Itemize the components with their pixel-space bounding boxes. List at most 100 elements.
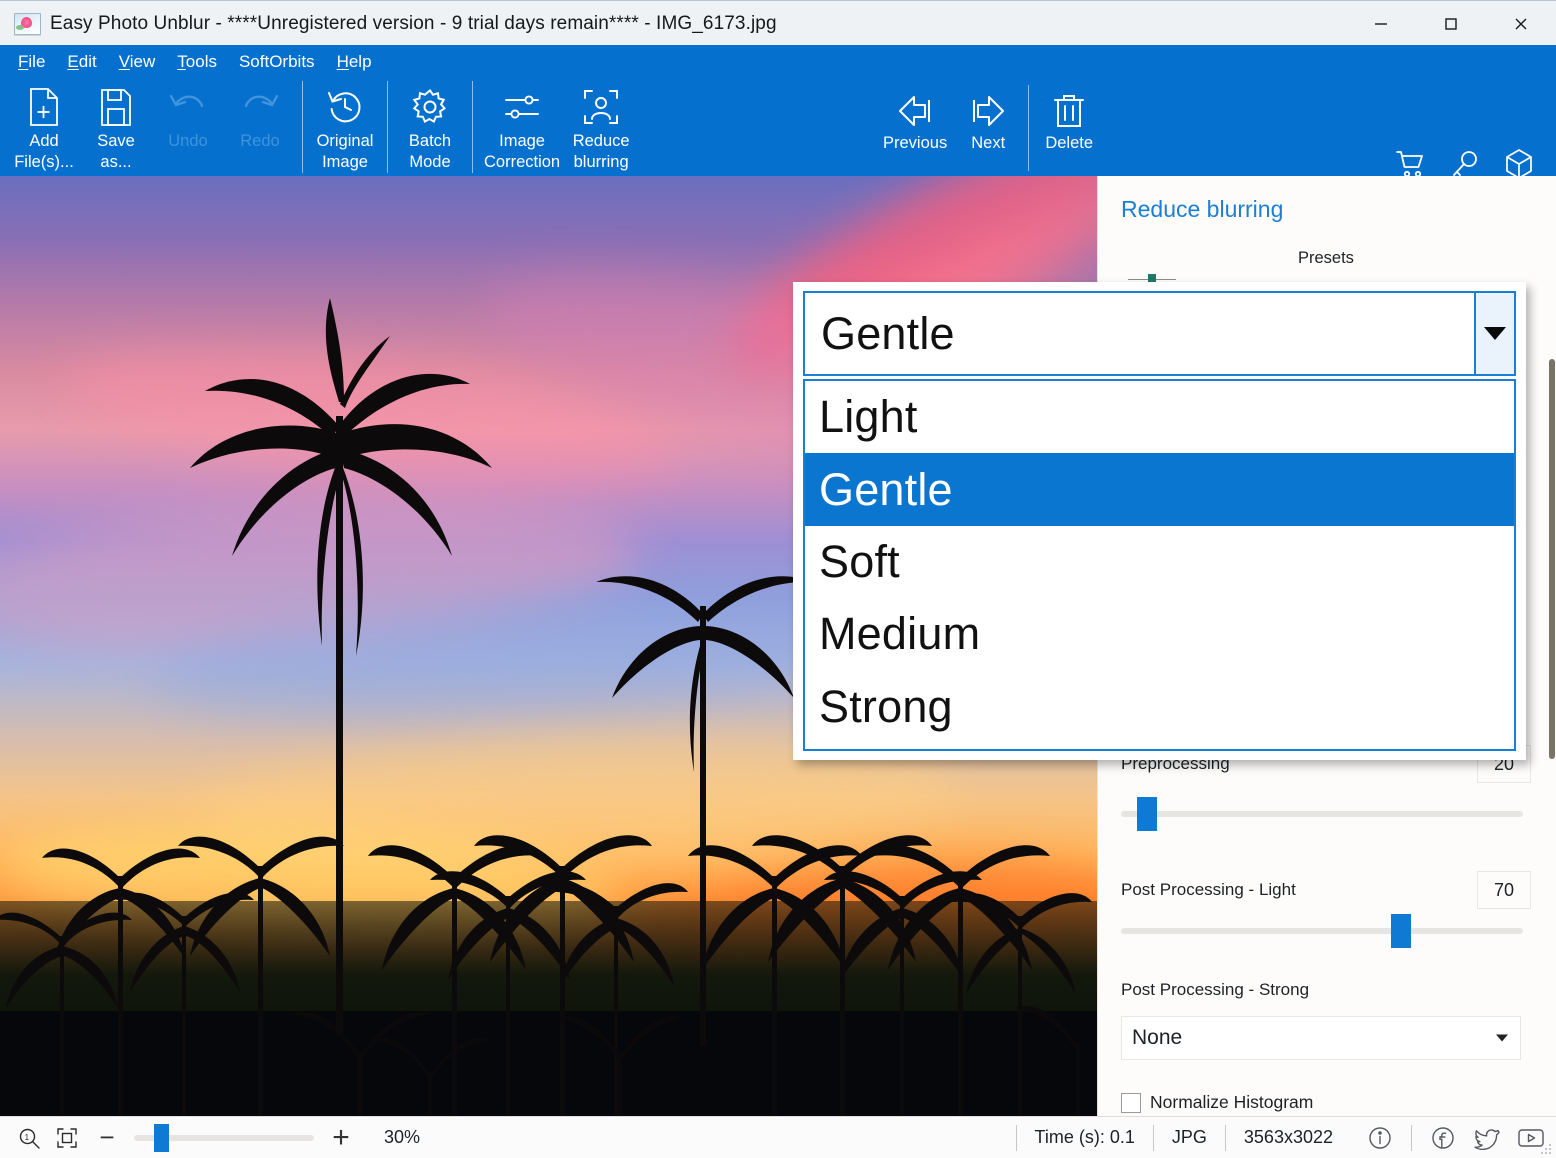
minimize-button[interactable] [1346,1,1416,46]
zoom-one-to-one-icon[interactable]: 1 [10,1121,48,1155]
zoom-slider-thumb[interactable] [154,1123,169,1152]
info-icon[interactable] [1365,1123,1395,1153]
post-processing-strong-label: Post Processing - Strong [1121,980,1310,999]
chevron-down-icon [1496,1034,1508,1042]
preset-marker-tick [1148,274,1156,282]
arrow-left-icon [895,89,935,133]
navigation-toolbar: Previous Next Delete [878,85,1105,173]
zoom-controls: 1 − + 30% [0,1121,420,1155]
add-file-icon [27,83,61,131]
image-correction-label: Image Correction [484,132,561,171]
reduce-blurring-label: Reduce blurring [572,132,630,171]
normalize-histogram-label: Normalize Histogram [1150,1092,1314,1112]
next-button[interactable]: Next [952,85,1024,173]
post-processing-light-slider-thumb[interactable] [1391,914,1411,948]
title-bar: Easy Photo Unblur - ****Unregistered ver… [0,0,1556,46]
redo-icon [240,83,280,131]
preset-dropdown-toggle[interactable] [1474,293,1514,374]
zoom-in-button[interactable]: + [320,1121,362,1155]
preset-dropdown: Gentle Light Gentle Soft Medium Strong [793,282,1526,760]
box-icon[interactable] [1504,149,1534,176]
menu-view[interactable]: View [119,52,156,72]
preprocessing-slider[interactable] [1121,797,1523,831]
status-divider [1411,1124,1412,1151]
save-as-label: Save as... [97,132,135,171]
status-right: Time (s): 0.1 JPG 3563x3022 [1015,1117,1546,1158]
undo-button[interactable]: Undo [152,79,224,174]
post-processing-strong-select[interactable]: None [1121,1016,1521,1060]
save-as-button[interactable]: Save as... [80,79,152,174]
menu-edit[interactable]: Edit [67,52,96,72]
add-files-button[interactable]: Add File(s)... [8,79,80,174]
post-processing-light-slider[interactable] [1121,914,1523,948]
ribbon-right-icons [1396,149,1534,176]
batch-mode-button[interactable]: Batch Mode [394,79,466,174]
delete-label: Delete [1045,134,1094,152]
zoom-slider[interactable] [134,1123,314,1152]
shopping-cart-icon[interactable] [1396,149,1426,176]
save-icon [99,83,133,131]
face-focus-icon [581,83,621,131]
delete-button[interactable]: Delete [1033,85,1105,173]
chevron-down-icon [1484,327,1506,340]
trash-icon [1052,89,1086,133]
history-clock-icon [326,83,364,131]
post-processing-strong-value: None [1132,1026,1183,1049]
redo-button[interactable]: Redo [224,79,296,174]
twitter-icon[interactable] [1472,1123,1502,1153]
ribbon-toolbar: File Edit View Tools SoftOrbits Help Add… [0,45,1556,176]
normalize-histogram-row[interactable]: Normalize Histogram [1121,1092,1313,1113]
menu-help[interactable]: Help [337,52,372,72]
toolbar-separator [302,81,303,173]
menu-softorbits[interactable]: SoftOrbits [239,52,315,72]
panel-scrollbar[interactable] [1548,176,1556,1116]
preset-option-strong[interactable]: Strong [805,671,1514,743]
undo-label: Undo [168,132,208,150]
toolbar-separator-2 [387,81,388,173]
preset-dropdown-list: Light Gentle Soft Medium Strong [803,379,1516,751]
add-files-label: Add File(s)... [14,132,74,171]
normalize-histogram-checkbox[interactable] [1121,1092,1141,1113]
key-icon[interactable] [1450,149,1480,176]
post-processing-light-value[interactable]: 70 [1477,871,1531,909]
format-status: JPG [1152,1124,1225,1151]
facebook-icon[interactable] [1428,1123,1458,1153]
previous-label: Previous [883,134,948,152]
preprocessing-slider-thumb[interactable] [1137,797,1157,831]
maximize-button[interactable] [1416,1,1486,46]
sliders-icon [502,83,542,131]
batch-mode-label: Batch Mode [408,132,452,171]
menu-tools[interactable]: Tools [177,52,217,72]
original-image-button[interactable]: Original Image [309,79,381,174]
next-label: Next [971,134,1006,152]
menu-bar: File Edit View Tools SoftOrbits Help [0,45,394,79]
zoom-out-button[interactable]: − [86,1121,128,1155]
social-links [1351,1123,1546,1153]
image-correction-button[interactable]: Image Correction [479,79,565,174]
post-processing-light-label: Post Processing - Light [1121,880,1296,899]
post-processing-strong-row: Post Processing - Strong [1121,980,1531,1000]
preset-option-light[interactable]: Light [805,381,1514,453]
close-button[interactable] [1486,1,1556,46]
previous-button[interactable]: Previous [878,85,952,173]
panel-title: Reduce blurring [1121,196,1284,222]
time-status: Time (s): 0.1 [1015,1124,1153,1151]
preset-option-soft[interactable]: Soft [805,526,1514,598]
redo-label: Redo [240,132,280,150]
menu-file[interactable]: File [18,52,45,72]
fit-to-screen-icon[interactable] [48,1121,86,1155]
preset-dropdown-field[interactable]: Gentle [803,291,1516,376]
original-image-label: Original Image [316,132,374,171]
panel-scrollbar-thumb[interactable] [1549,359,1555,759]
dimensions-status: 3563x3022 [1224,1124,1351,1151]
preset-option-gentle[interactable]: Gentle [805,453,1514,526]
nav-separator [1028,85,1030,171]
window-title: Easy Photo Unblur - ****Unregistered ver… [50,12,777,34]
preset-option-medium[interactable]: Medium [805,598,1514,670]
reduce-blurring-button[interactable]: Reduce blurring [565,79,637,174]
gear-icon [411,83,449,131]
undo-icon [168,83,208,131]
arrow-right-icon [968,89,1008,133]
svg-text:1: 1 [25,1133,30,1142]
resize-grip[interactable] [1539,1142,1551,1154]
